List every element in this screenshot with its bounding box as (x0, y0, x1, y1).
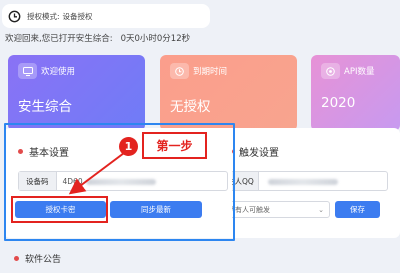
step-label-box: 第一步 (142, 132, 207, 159)
step-number-badge: 1 (119, 137, 138, 156)
software-notice-title: 软件公告 (25, 255, 62, 265)
software-notice-section: 软件公告 (14, 252, 61, 265)
red-dot-icon (14, 256, 19, 261)
